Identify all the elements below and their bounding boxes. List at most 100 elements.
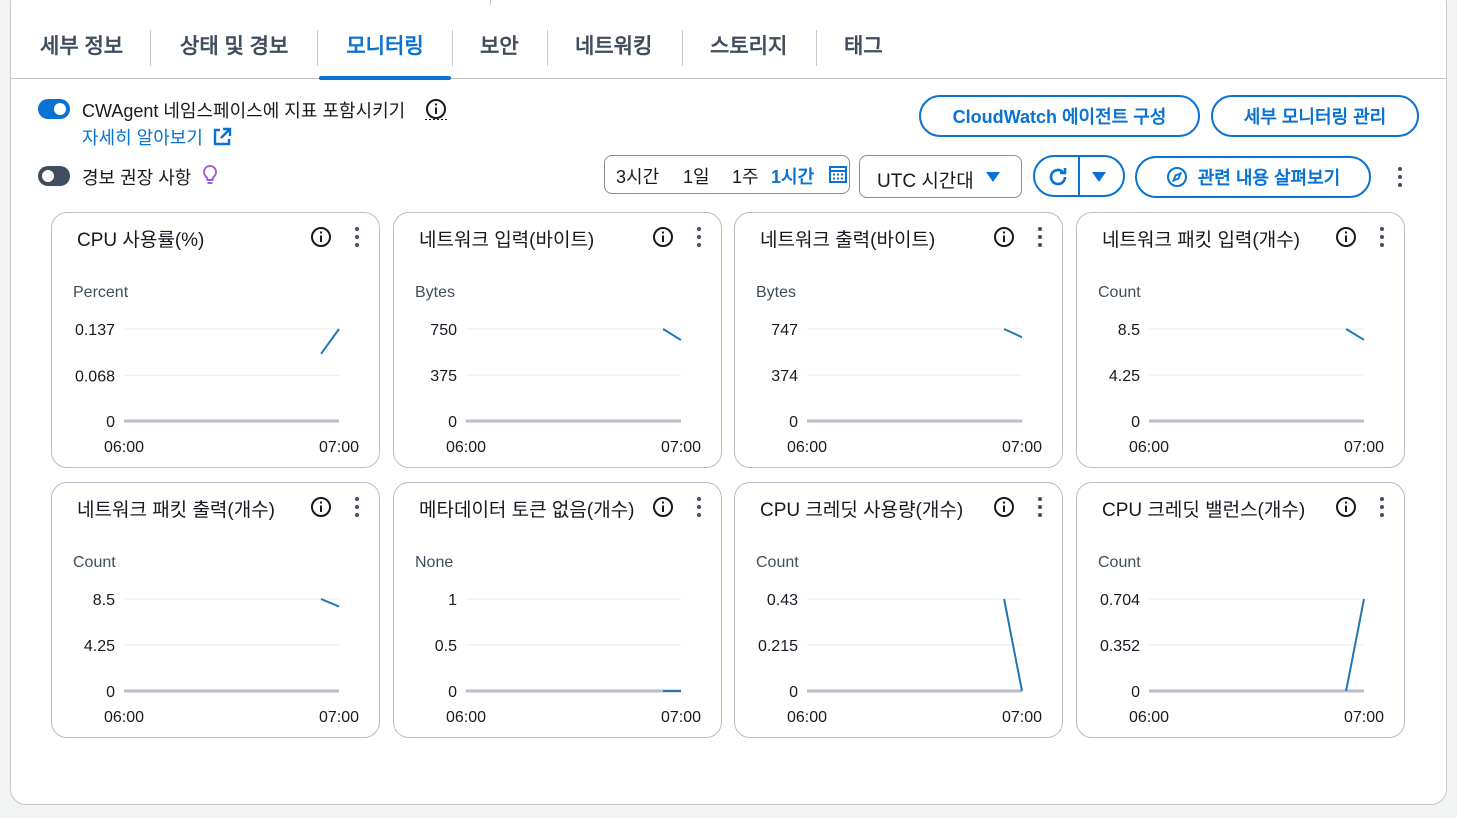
x-tick-label: 07:00	[319, 709, 359, 726]
tab-details[interactable]: 세부 정보	[40, 18, 123, 78]
metric-widget: 네트워크 입력(바이트) Bytes 750 375 0 06:00 07:00	[393, 212, 722, 468]
metric-widget: 네트워크 출력(바이트) Bytes 747 374 0 06:00 07:00	[734, 212, 1063, 468]
lightbulb-icon	[202, 164, 218, 184]
metric-chart: 0.43 0.215 0 06:00 07:00	[758, 592, 1042, 726]
y-tick-label: 4.25	[84, 638, 115, 655]
tab-networking[interactable]: 네트워킹	[575, 18, 652, 78]
x-tick-label: 07:00	[1344, 709, 1384, 726]
more-actions-icon[interactable]	[1396, 167, 1404, 189]
top-divider	[490, 0, 491, 5]
y-tick-label: 0	[106, 684, 115, 701]
x-tick-label: 07:00	[1002, 709, 1042, 726]
metric-chart: 0.137 0.068 0 06:00 07:00	[75, 322, 359, 456]
learn-more-label: 자세히 알아보기	[82, 128, 203, 148]
y-tick-label: 0	[789, 684, 798, 701]
toggle-knob	[54, 103, 66, 115]
cloudwatch-agent-config-button[interactable]: CloudWatch 에이전트 구성	[919, 95, 1200, 137]
metric-chart: 0.704 0.352 0 06:00 07:00	[1100, 592, 1384, 726]
y-tick-label: 0	[789, 414, 798, 431]
y-tick-label: 750	[430, 322, 457, 339]
refresh-icon[interactable]	[1046, 165, 1070, 189]
y-tick-label: 0.5	[435, 638, 457, 655]
y-tick-label: 375	[430, 368, 457, 385]
y-tick-label: 0	[106, 414, 115, 431]
x-tick-label: 06:00	[104, 709, 144, 726]
range-1w[interactable]: 1주	[732, 163, 759, 189]
metric-chart: 750 375 0 06:00 07:00	[430, 322, 701, 456]
y-tick-label: 0.068	[75, 368, 115, 385]
series-line	[1345, 328, 1365, 341]
y-tick-label: 8.5	[1118, 322, 1140, 339]
y-tick-label: 374	[771, 368, 798, 385]
metric-widget: CPU 크레딧 사용량(개수) Count 0.43 0.215 0 06:00 07:00	[734, 482, 1063, 738]
x-tick-label: 07:00	[661, 439, 701, 456]
x-tick-label: 06:00	[104, 439, 144, 456]
tab-security[interactable]: 보안	[480, 18, 519, 78]
x-tick-label: 06:00	[787, 709, 827, 726]
time-range-selector: 3시간 1일 1주 1시간	[604, 155, 850, 194]
metric-widget: 메타데이터 토큰 없음(개수) None 1 0.5 0 06:00 07:00	[393, 482, 722, 738]
y-tick-label: 0	[1131, 684, 1140, 701]
x-tick-label: 06:00	[787, 439, 827, 456]
metric-chart: 1 0.5 0 06:00 07:00	[435, 592, 701, 726]
tab-monitoring[interactable]: 모니터링	[319, 18, 451, 80]
cwagent-toggle[interactable]	[38, 99, 70, 119]
tab-bar: 세부 정보 상태 및 경보 모니터링 보안 네트워킹 스토리지 태그	[10, 18, 1447, 80]
x-tick-label: 06:00	[1129, 439, 1169, 456]
x-tick-label: 07:00	[319, 439, 359, 456]
y-tick-label: 0.43	[767, 592, 798, 609]
series-line	[662, 328, 682, 341]
alarm-recommendations-label: 경보 권장 사항	[82, 168, 192, 188]
y-tick-label: 0	[448, 684, 457, 701]
y-tick-label: 0.352	[1100, 638, 1140, 655]
detailed-monitoring-button[interactable]: 세부 모니터링 관리	[1211, 95, 1419, 137]
x-tick-label: 06:00	[446, 709, 486, 726]
y-tick-label: 1	[448, 592, 457, 609]
x-tick-label: 06:00	[1129, 709, 1169, 726]
x-tick-label: 07:00	[661, 709, 701, 726]
info-icon[interactable]	[425, 98, 447, 120]
metric-chart: 747 374 0 06:00 07:00	[771, 322, 1042, 456]
x-tick-label: 07:00	[1002, 439, 1042, 456]
y-tick-label: 8.5	[93, 592, 115, 609]
tab-storage[interactable]: 스토리지	[710, 18, 787, 78]
refresh-split-button	[1033, 155, 1125, 197]
range-1h[interactable]: 1시간	[771, 163, 814, 189]
range-3h[interactable]: 3시간	[616, 163, 659, 189]
split-divider	[1078, 157, 1080, 195]
y-tick-label: 0.704	[1100, 592, 1140, 609]
tab-separator	[547, 30, 548, 66]
timezone-select[interactable]: UTC 시간대	[859, 155, 1022, 198]
explore-related-label: 관련 내용 살펴보기	[1197, 168, 1341, 188]
cwagent-label: CWAgent 네임스페이스에 지표 포함시키기	[82, 101, 406, 121]
learn-more-link[interactable]: 자세히 알아보기	[82, 124, 232, 150]
metric-widget: 네트워크 패킷 출력(개수) Count 8.5 4.25 0 06:00 07:00	[51, 482, 380, 738]
series-line	[320, 328, 340, 355]
metric-widget: CPU 사용률(%) Percent 0.137 0.068 0 06:00 07:00	[51, 212, 380, 468]
y-tick-label: 747	[771, 322, 798, 339]
y-tick-label: 0	[448, 414, 457, 431]
timezone-value: UTC 시간대	[877, 171, 974, 192]
alarm-recommendations-toggle[interactable]	[38, 166, 70, 186]
y-tick-label: 4.25	[1109, 368, 1140, 385]
explore-related-button[interactable]: 관련 내용 살펴보기	[1135, 156, 1371, 198]
series-line	[1003, 328, 1023, 339]
x-tick-label: 07:00	[1344, 439, 1384, 456]
toggle-knob	[42, 170, 54, 182]
metric-widget: 네트워크 패킷 입력(개수) Count 8.5 4.25 0 06:00 07:00	[1076, 212, 1405, 468]
tab-separator	[682, 30, 683, 66]
caret-down-icon[interactable]	[1091, 170, 1107, 184]
tab-tags[interactable]: 태그	[844, 18, 883, 78]
calendar-icon[interactable]	[829, 165, 847, 183]
range-1d[interactable]: 1일	[683, 163, 710, 189]
series-line	[320, 598, 340, 608]
y-tick-label: 0.215	[758, 638, 798, 655]
caret-down-icon	[986, 172, 1000, 182]
tab-status-alarms[interactable]: 상태 및 경보	[180, 18, 288, 78]
tab-separator	[452, 30, 453, 66]
tab-separator	[816, 30, 817, 66]
x-tick-label: 06:00	[446, 439, 486, 456]
metric-widget: CPU 크레딧 밸런스(개수) Count 0.704 0.352 0 06:00 07:0…	[1076, 482, 1405, 738]
metric-chart: 8.5 4.25 0 06:00 07:00	[1109, 322, 1384, 456]
compass-icon	[1166, 167, 1187, 187]
